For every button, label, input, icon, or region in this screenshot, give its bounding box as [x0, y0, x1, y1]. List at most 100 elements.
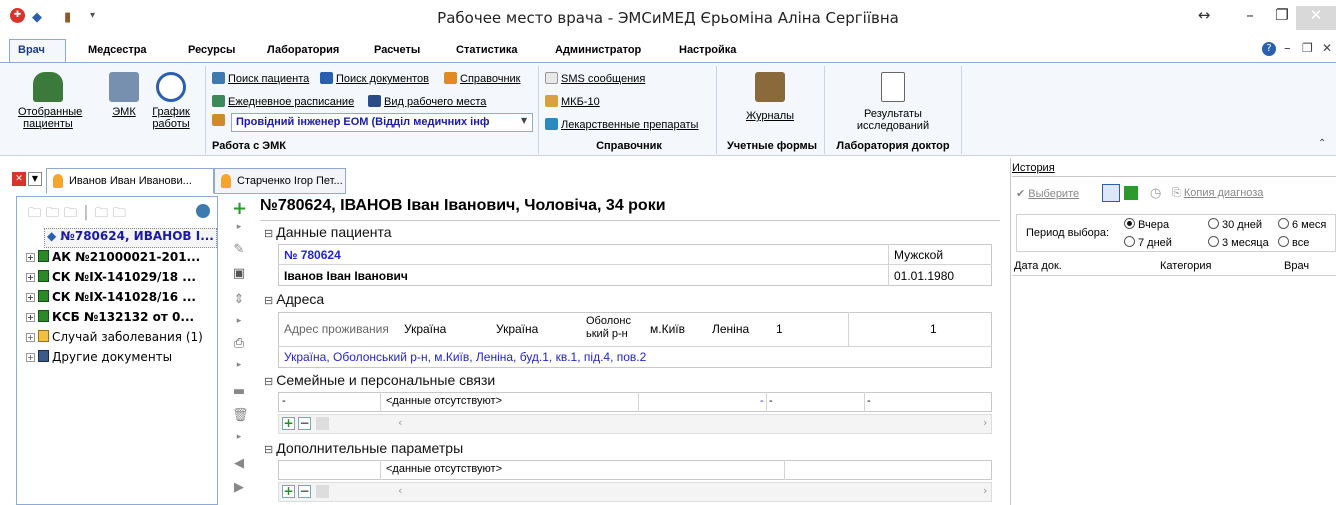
scroll-left-icon[interactable]: ‹: [398, 484, 402, 497]
tree-person-icon[interactable]: [196, 204, 210, 218]
schedule-button[interactable]: График работы: [146, 72, 196, 130]
daily-schedule-button[interactable]: Ежедневное расписание: [212, 95, 354, 108]
scroll-right-icon[interactable]: ›: [983, 484, 987, 497]
resize-icon[interactable]: ↔: [1184, 6, 1224, 30]
chevron-down-icon[interactable]: ▼: [521, 116, 527, 125]
ribbon-minimize-icon[interactable]: –: [1284, 41, 1291, 56]
expand-icon[interactable]: +: [26, 313, 35, 322]
search-documents-button[interactable]: Поиск документов: [320, 72, 429, 85]
minus-icon[interactable]: ▬: [232, 384, 246, 399]
print-icon[interactable]: ⎙: [232, 336, 246, 351]
period-30-days[interactable]: 30 дней: [1208, 218, 1262, 231]
copy-diagnosis-button[interactable]: ⎘ Копия диагноза: [1172, 187, 1263, 200]
collapse-icon[interactable]: ⊟: [264, 295, 276, 307]
radio-icon[interactable]: [1278, 236, 1289, 247]
tabs-dropdown-icon[interactable]: ▼: [28, 172, 42, 186]
tab-patient-ivanov[interactable]: Иванов Иван Иванови...: [46, 168, 214, 194]
collapse-icon[interactable]: ⊟: [264, 376, 276, 388]
emk-button[interactable]: ЭМК: [104, 72, 144, 118]
forward-icon[interactable]: ▶: [232, 480, 246, 495]
small-arrow-icon[interactable]: ▸: [232, 432, 246, 442]
tree-item-sk1[interactable]: + СК №IX-141029/18 ...: [26, 270, 196, 290]
reference-button[interactable]: Справочник: [444, 72, 521, 85]
col-category[interactable]: Категория: [1160, 260, 1211, 272]
tab-patient-starchenko[interactable]: Старченко Ігор Пет...: [214, 168, 346, 194]
tree-item-sk2[interactable]: + СК №IX-141028/16 ...: [26, 290, 196, 310]
small-arrow-icon[interactable]: ▸: [232, 222, 246, 232]
tree-toolbar-icons[interactable]: 🗀🗀🗀│🗀🗀: [28, 204, 131, 226]
period-7-days[interactable]: 7 дней: [1124, 236, 1172, 249]
period-yesterday[interactable]: Вчера: [1124, 218, 1169, 231]
tree-item-ak[interactable]: + АК №21000021-201...: [26, 250, 200, 270]
expand-icon[interactable]: +: [26, 333, 35, 342]
add-icon[interactable]: +: [282, 417, 295, 430]
search-patient-button[interactable]: Поиск пациента: [212, 72, 309, 85]
radio-icon[interactable]: [1124, 236, 1135, 247]
sms-button[interactable]: SMS сообщения: [545, 72, 645, 85]
col-date[interactable]: Дата док.: [1014, 260, 1062, 272]
journals-button[interactable]: Журналы: [740, 72, 800, 122]
radio-icon[interactable]: [1208, 236, 1219, 247]
period-3-months[interactable]: 3 месяца: [1208, 236, 1269, 249]
drugs-button[interactable]: Лекарственные препараты: [545, 118, 698, 131]
ribbon-restore-icon[interactable]: ❐: [1302, 41, 1313, 55]
scroll-right-icon[interactable]: ›: [983, 416, 987, 429]
help-icon[interactable]: ?: [1262, 42, 1276, 56]
section-family[interactable]: ⊟ Семейные и персональные связи: [264, 372, 495, 388]
menu-statistics[interactable]: Статистика: [456, 44, 518, 56]
back-icon[interactable]: ◀: [232, 456, 246, 471]
selected-patients-button[interactable]: Отобранные пациенты: [18, 72, 82, 130]
ribbon-collapse-icon[interactable]: ⌃: [1318, 138, 1326, 149]
small-arrow-icon[interactable]: ▸: [232, 360, 246, 370]
menu-settings[interactable]: Настройка: [679, 44, 736, 56]
tree-item-ksb[interactable]: + КСБ №132132 от 0...: [26, 310, 194, 330]
period-all[interactable]: все: [1278, 236, 1309, 249]
scroll-left-icon[interactable]: ‹: [398, 416, 402, 429]
delete-icon[interactable]: 🗑: [232, 408, 249, 423]
choose-button[interactable]: ✔ Выберите: [1016, 187, 1079, 200]
col-doctor[interactable]: Врач: [1284, 260, 1309, 272]
edit-icon[interactable]: [316, 485, 329, 498]
section-extra[interactable]: ⊟ Дополнительные параметры: [264, 440, 463, 456]
tree-item-case[interactable]: + Случай заболевания (1): [26, 330, 203, 350]
ribbon-close-icon[interactable]: ✕: [1322, 41, 1332, 55]
menu-calculations[interactable]: Расчеты: [374, 44, 420, 56]
close-icon[interactable]: ✕: [1296, 6, 1336, 30]
radio-icon[interactable]: [1208, 218, 1219, 229]
expand-icon[interactable]: +: [26, 293, 35, 302]
radio-icon[interactable]: [1278, 218, 1289, 229]
expand-icon[interactable]: +: [26, 273, 35, 282]
small-arrow-icon[interactable]: ▸: [232, 316, 246, 326]
close-tab-icon[interactable]: ✕: [12, 172, 26, 186]
section-patient-data[interactable]: ⊟ Данные пациента: [264, 224, 392, 240]
clock-icon[interactable]: ◷: [1150, 186, 1161, 201]
section-address[interactable]: ⊟ Адреса: [264, 291, 324, 307]
radio-checked-icon[interactable]: [1124, 218, 1135, 229]
expand-icon[interactable]: +: [26, 353, 35, 362]
menu-doctor[interactable]: Врач: [18, 44, 45, 56]
expand-icon[interactable]: +: [26, 253, 35, 262]
tree-item-other[interactable]: + Другие документы: [26, 350, 172, 370]
collapse-icon[interactable]: ⊟: [264, 444, 276, 456]
menu-laboratory[interactable]: Лаборатория: [267, 44, 339, 56]
add-icon[interactable]: +: [282, 485, 295, 498]
edit-icon[interactable]: [316, 417, 329, 430]
tree-item-patient[interactable]: ◆ №780624, ИВАНОВ І...: [44, 228, 217, 248]
results-button[interactable]: Результаты исследований: [840, 72, 946, 132]
eraser-icon[interactable]: [1102, 184, 1120, 202]
menu-resources[interactable]: Ресурсы: [188, 44, 235, 56]
green-doc-icon[interactable]: [1124, 186, 1138, 200]
remove-icon[interactable]: −: [298, 417, 311, 430]
collapse-icon[interactable]: ⊟: [264, 228, 276, 240]
menu-admin[interactable]: Администратор: [555, 44, 641, 56]
period-6-months[interactable]: 6 меся: [1278, 218, 1326, 231]
position-select[interactable]: Провідний інженер ЕОМ (Відділ медичних і…: [231, 113, 533, 132]
menu-nurse[interactable]: Медсестра: [88, 44, 147, 56]
move-icon[interactable]: ⇕: [232, 292, 246, 307]
add-icon[interactable]: +: [232, 198, 247, 219]
edit-icon[interactable]: ✎: [232, 242, 246, 257]
remove-icon[interactable]: −: [298, 485, 311, 498]
mkb-button[interactable]: МКБ-10: [545, 95, 600, 108]
save-icon[interactable]: ▣: [232, 266, 246, 281]
workplace-view-button[interactable]: Вид рабочего места: [368, 95, 486, 108]
